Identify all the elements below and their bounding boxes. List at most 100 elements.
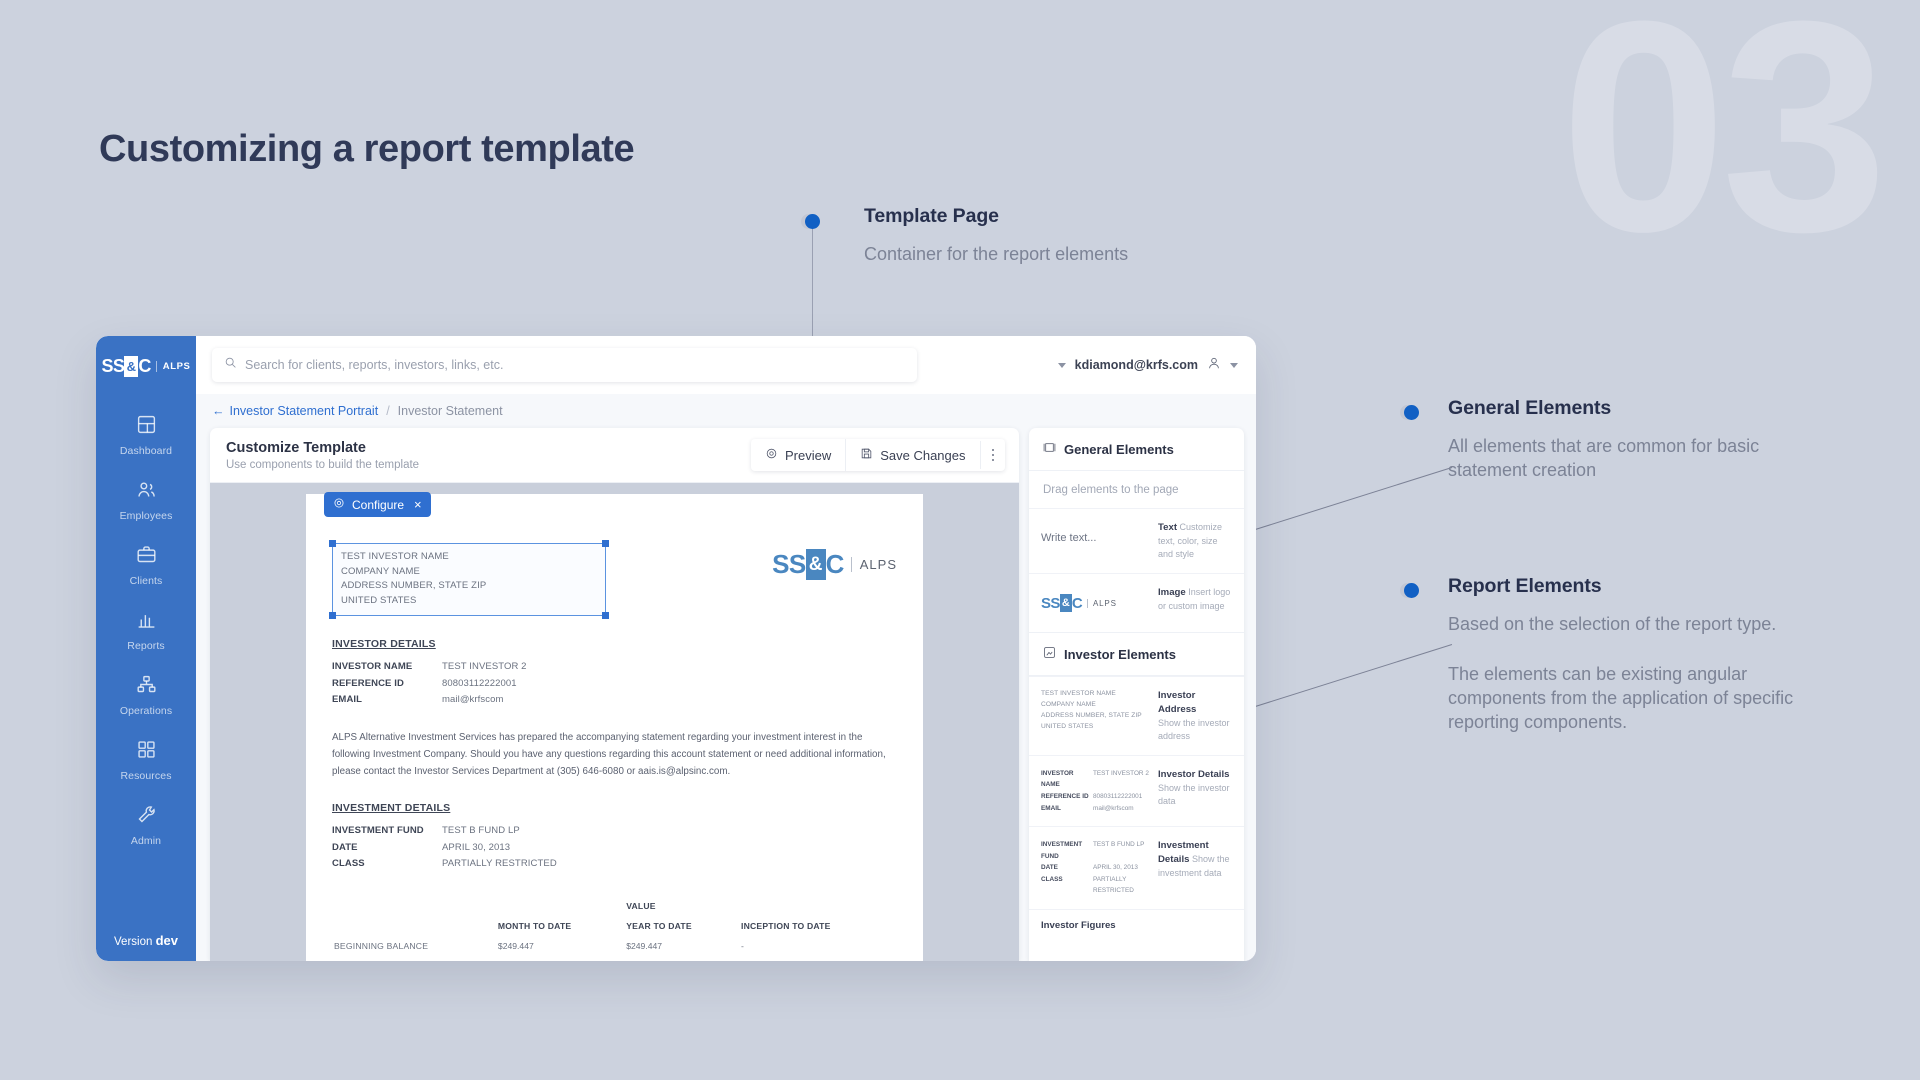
leader-line-general-elements <box>1249 467 1453 533</box>
resize-handle-top-right[interactable] <box>602 540 609 547</box>
row-label: BEGINNING BALANCE <box>334 941 429 952</box>
editor-title: Customize Template <box>226 439 366 456</box>
row-value: $249.447 <box>497 941 534 952</box>
detail-row: INVESTMENT FUND TEST B FUND LP <box>332 823 897 840</box>
element-preview-text: Write text... <box>1041 532 1097 544</box>
address-line: UNITED STATES <box>341 595 417 607</box>
element-item-investment-details[interactable]: INVESTMENT FUND TEST B FUND LP DATE APRI… <box>1029 826 1244 909</box>
logo-alps-label: ALPS <box>155 361 191 372</box>
detail-value: PARTIALLY RESTRICTED <box>442 858 557 870</box>
sidebar-item-clients[interactable]: Clients <box>96 533 196 598</box>
detail-row: REFERENCE ID 80803112222001 <box>332 676 897 693</box>
user-menu[interactable]: kdiamond@krfs.com <box>1057 356 1238 375</box>
table-row: SUBSCRIPTIONS $249.447 $249.447 - <box>334 957 895 961</box>
resize-handle-bottom-right[interactable] <box>602 611 609 619</box>
element-item-investor-details[interactable]: INVESTOR NAME TEST INVESTOR 2 REFERENCE … <box>1029 754 1244 826</box>
element-item-image[interactable]: SS & C ALPS Image Insert logo or custom … <box>1029 573 1244 632</box>
detail-key: INVESTOR NAME <box>332 660 413 672</box>
table-group-header-row: VALUE <box>334 897 895 915</box>
search-input[interactable]: Search for clients, reports, investors, … <box>212 348 917 382</box>
chevron-down-icon <box>1230 362 1238 368</box>
frame-icon <box>1043 441 1056 457</box>
bar-chart-icon <box>136 609 157 635</box>
close-icon[interactable]: × <box>414 498 422 511</box>
dashboard-icon <box>136 414 157 440</box>
sidebar-nav: Dashboard Employees Clients Reports Oper… <box>96 403 196 858</box>
sidebar-item-dashboard[interactable]: Dashboard <box>96 403 196 468</box>
editor-actions: Preview Save Changes <box>750 439 1006 471</box>
element-item-text[interactable]: Write text... Text Customize text, color… <box>1029 508 1244 573</box>
sidebar-item-label: Employees <box>119 510 173 522</box>
preview-key: INVESTMENT FUND <box>1041 841 1083 860</box>
configure-chip[interactable]: Configure × <box>324 492 431 517</box>
version-value: dev <box>155 933 178 948</box>
address-line: ADDRESS NUMBER, STATE ZIP <box>341 580 487 592</box>
sidebar-item-admin[interactable]: Admin <box>96 793 196 858</box>
slide-stage: 03 Customizing a report template Templat… <box>0 0 1920 1080</box>
logo-alps-label: ALPS <box>850 557 897 572</box>
save-changes-button[interactable]: Save Changes <box>845 439 979 471</box>
selected-address-element[interactable]: TEST INVESTOR NAME COMPANY NAME ADDRESS … <box>329 540 609 619</box>
save-changes-label: Save Changes <box>880 447 966 463</box>
element-name: Investor Details <box>1158 768 1230 780</box>
investor-elements-title: Investor Elements <box>1064 646 1176 662</box>
callout-dot-report-elements <box>1404 583 1419 598</box>
sidebar-item-label: Clients <box>129 575 163 587</box>
preview-line: UNITED STATES <box>1041 722 1094 730</box>
preview-key: REFERENCE ID <box>1041 792 1089 800</box>
editor-subtitle: Use components to build the template <box>226 458 420 471</box>
more-options-button[interactable] <box>979 440 1006 470</box>
sidebar-logo: SS & C ALPS <box>102 356 191 377</box>
detail-value: TEST INVESTOR 2 <box>442 660 527 672</box>
column-header: INCEPTION TO DATE <box>741 921 831 932</box>
value-group-header: VALUE <box>626 901 656 912</box>
document-paragraph: ALPS Alternative Investment Services has… <box>332 731 886 778</box>
preview-key: DATE <box>1041 864 1058 872</box>
row-value: $249.447 <box>626 957 739 961</box>
briefcase-icon <box>136 544 157 570</box>
element-name: Image <box>1158 587 1186 598</box>
sidebar-item-reports[interactable]: Reports <box>96 598 196 663</box>
row-value: - <box>741 957 895 961</box>
detail-value: mail@krfscom <box>442 694 504 706</box>
preview-value: 80803112222001 <box>1093 792 1143 800</box>
element-meta: Investment Details Show the investment d… <box>1158 839 1232 880</box>
page-title: Customizing a report template <box>99 128 635 170</box>
resize-handle-top-left[interactable] <box>329 540 336 547</box>
template-editor: Customize Template Use components to bui… <box>210 428 1019 961</box>
element-preview: SS & C ALPS <box>1041 586 1149 620</box>
row-value: - <box>741 941 744 952</box>
element-meta: Text Customize text, color, size and sty… <box>1158 521 1232 561</box>
table-header-row: MONTH TO DATE YEAR TO DATE INCEPTION TO … <box>334 917 895 935</box>
grid-icon <box>136 739 157 765</box>
app-window: SS & C ALPS Dashboard Employees Clients <box>96 336 1256 961</box>
breadcrumb-back-link[interactable]: ← Investor Statement Portrait <box>212 404 378 418</box>
breadcrumb-current: Investor Statement <box>397 404 503 418</box>
element-item-investor-address[interactable]: TEST INVESTOR NAME COMPANY NAME ADDRESS … <box>1029 676 1244 755</box>
template-page[interactable]: Configure × TEST INVESTOR NAME COMPANY N… <box>306 492 923 961</box>
editor-heading-group: Customize Template Use components to bui… <box>226 440 419 471</box>
wrench-icon <box>136 804 157 830</box>
breadcrumb-separator: / <box>386 404 390 418</box>
callout-title: General Elements <box>1448 397 1612 419</box>
detail-key: REFERENCE ID <box>332 677 404 689</box>
preview-value: TEST INVESTOR 2 <box>1093 769 1149 777</box>
workspace: Customize Template Use components to bui… <box>196 428 1256 961</box>
general-elements-title: General Elements <box>1064 441 1174 457</box>
investor-elements-icon <box>1043 646 1056 662</box>
search-placeholder: Search for clients, reports, investors, … <box>245 358 504 372</box>
element-item-investor-figures[interactable]: Investor Figures <box>1029 908 1244 931</box>
canvas-scroll-area[interactable]: Configure × TEST INVESTOR NAME COMPANY N… <box>210 483 1019 961</box>
sidebar-item-resources[interactable]: Resources <box>96 728 196 793</box>
sidebar-item-label: Dashboard <box>119 445 173 457</box>
sidebar-item-operations[interactable]: Operations <box>96 663 196 728</box>
element-meta: Investor Address Show the investor addre… <box>1158 689 1232 743</box>
preview-button[interactable]: Preview <box>751 439 845 471</box>
slide-number-watermark: 03 <box>1560 0 1888 294</box>
dot <box>991 458 994 462</box>
sidebar-item-employees[interactable]: Employees <box>96 468 196 533</box>
callout-dot-template-page <box>805 214 820 229</box>
preview-value: mail@krfscom <box>1093 804 1134 812</box>
preview-row: REFERENCE ID 80803112222001 <box>1041 791 1149 803</box>
resize-handle-bottom-left[interactable] <box>329 611 336 619</box>
